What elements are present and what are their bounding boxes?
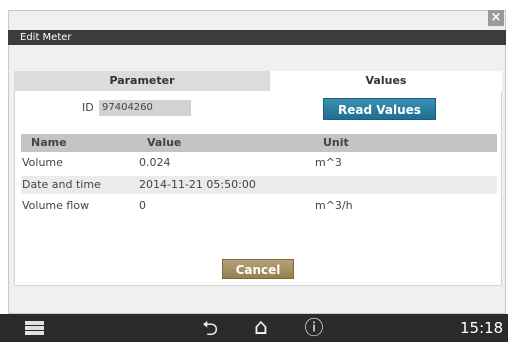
row-value: 2014-11-21 05:50:00 — [139, 178, 256, 191]
back-icon[interactable]: ⮌ — [198, 314, 222, 342]
id-field[interactable]: 97404260 — [99, 100, 191, 116]
table-row: Volume 0.024 m^3 — [21, 154, 497, 172]
system-nav-bar: ⮌ ⌂ ⓘ 15:18 — [0, 314, 508, 342]
column-header-value: Value — [147, 136, 182, 149]
row-unit: m^3/h — [315, 199, 353, 212]
row-value: 0 — [139, 199, 146, 212]
table-header: Name Value Unit — [21, 134, 497, 152]
tab-values[interactable]: Values — [270, 71, 502, 91]
clock: 15:18 — [460, 319, 504, 337]
cancel-button[interactable]: Cancel — [222, 259, 294, 279]
row-name: Volume — [22, 156, 63, 169]
tab-parameter[interactable]: Parameter — [14, 71, 270, 91]
row-name: Volume flow — [22, 199, 90, 212]
table-row: Date and time 2014-11-21 05:50:00 — [21, 176, 497, 194]
id-label: ID — [82, 101, 94, 114]
row-value: 0.024 — [139, 156, 171, 169]
table-row: Volume flow 0 m^3/h — [21, 197, 497, 215]
menu-icon[interactable] — [25, 321, 44, 335]
column-header-unit: Unit — [323, 136, 349, 149]
row-name: Date and time — [22, 178, 101, 191]
row-unit: m^3 — [315, 156, 342, 169]
close-button[interactable]: × — [488, 10, 504, 26]
home-icon[interactable]: ⌂ — [248, 314, 274, 342]
column-header-name: Name — [31, 136, 67, 149]
window-title: Edit Meter — [8, 30, 506, 45]
info-icon[interactable]: ⓘ — [302, 314, 326, 342]
read-values-button[interactable]: Read Values — [323, 98, 436, 120]
